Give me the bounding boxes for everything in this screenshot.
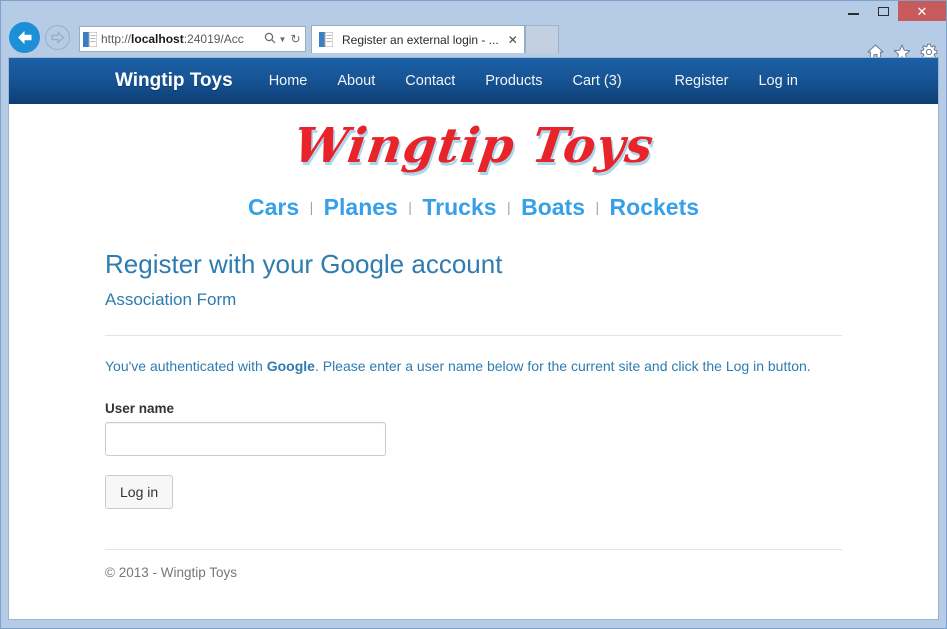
- url-text: http://localhost:24019/Acc: [101, 31, 262, 47]
- auth-message-after: . Please enter a user name below for the…: [314, 357, 811, 374]
- nav-item-products[interactable]: Products: [485, 73, 542, 89]
- forward-button[interactable]: [45, 25, 70, 50]
- content-divider: [105, 334, 842, 336]
- refresh-icon[interactable]: ↻: [288, 32, 303, 46]
- primary-nav: Home About Contact Products Cart (3): [269, 73, 622, 89]
- close-icon: ✕: [916, 3, 928, 19]
- browser-window: ✕ http://localhost:24019/Acc ▼ ↻ Registe…: [0, 0, 947, 629]
- tab-favicon-icon: [319, 31, 334, 48]
- login-button[interactable]: Log in: [105, 474, 174, 510]
- url-host: localhost: [131, 32, 184, 46]
- nav-item-about[interactable]: About: [337, 73, 375, 89]
- new-tab-button[interactable]: [524, 25, 559, 53]
- category-link-planes[interactable]: Planes: [324, 194, 398, 220]
- category-separator: |: [408, 199, 412, 215]
- category-link-boats[interactable]: Boats: [521, 194, 585, 220]
- category-link-trucks[interactable]: Trucks: [422, 194, 496, 220]
- site-logo-text[interactable]: Wingtip Toys: [290, 118, 657, 174]
- tab-strip: Register an external login - ... ✕: [311, 25, 559, 57]
- footer-copyright: © 2013 - Wingtip Toys: [105, 565, 238, 581]
- window-controls: ✕: [838, 1, 946, 21]
- tab-close-icon[interactable]: ✕: [507, 33, 519, 47]
- category-separator: |: [506, 199, 511, 215]
- category-separator: |: [309, 199, 314, 215]
- category-separator: |: [595, 199, 600, 215]
- tab-register-external-login[interactable]: Register an external login - ... ✕: [311, 25, 525, 53]
- tab-title: Register an external login - ...: [342, 32, 499, 47]
- account-nav: Register Log in: [674, 73, 798, 89]
- url-prefix: http://: [101, 32, 132, 46]
- maximize-icon: [877, 6, 889, 16]
- page-subtitle: Association Form: [105, 290, 237, 310]
- category-bar: Cars | Planes | Trucks | Boats | Rockets: [9, 180, 938, 231]
- nav-item-cart[interactable]: Cart (3): [573, 73, 622, 89]
- site-brand[interactable]: Wingtip Toys: [115, 70, 233, 92]
- close-button[interactable]: ✕: [898, 1, 946, 21]
- page-title: Register with your Google account: [105, 249, 503, 279]
- page-icon: [83, 31, 98, 47]
- page-viewport: Wingtip Toys Home About Contact Products…: [8, 57, 939, 620]
- url-suffix: :24019/Acc: [183, 32, 244, 46]
- maximize-button[interactable]: [868, 1, 898, 21]
- browser-title-bar: ✕: [1, 1, 946, 21]
- forward-arrow-icon: [51, 31, 65, 44]
- minimize-icon: [847, 13, 859, 15]
- username-input[interactable]: [105, 421, 386, 456]
- browser-toolbar: http://localhost:24019/Acc ▼ ↻ Register …: [1, 21, 946, 61]
- search-icon[interactable]: [262, 32, 277, 47]
- category-link-cars[interactable]: Cars: [248, 194, 299, 220]
- footer-divider: [105, 549, 842, 551]
- site-navbar: Wingtip Toys Home About Contact Products…: [9, 58, 938, 104]
- username-form-group: User name: [105, 401, 842, 456]
- address-bar[interactable]: http://localhost:24019/Acc ▼ ↻: [79, 26, 306, 52]
- page-body: Wingtip Toys Cars | Planes | Trucks | Bo…: [9, 104, 938, 581]
- category-link-rockets[interactable]: Rockets: [610, 194, 699, 220]
- back-arrow-icon: [18, 31, 32, 44]
- auth-message-before: You've authenticated with: [105, 357, 267, 374]
- minimize-button[interactable]: [838, 1, 868, 21]
- nav-item-contact[interactable]: Contact: [405, 73, 455, 89]
- nav-item-register[interactable]: Register: [674, 73, 728, 89]
- auth-message: You've authenticated with Google. Please…: [105, 356, 842, 376]
- chevron-down-icon[interactable]: ▼: [277, 35, 288, 44]
- back-button[interactable]: [9, 22, 40, 53]
- username-label: User name: [105, 400, 175, 416]
- nav-item-home[interactable]: Home: [269, 73, 308, 89]
- site-logo: Wingtip Toys: [9, 104, 938, 180]
- nav-item-login[interactable]: Log in: [758, 73, 798, 89]
- main-content: Register with your Google account Associ…: [9, 249, 938, 580]
- auth-provider-name: Google: [266, 357, 315, 374]
